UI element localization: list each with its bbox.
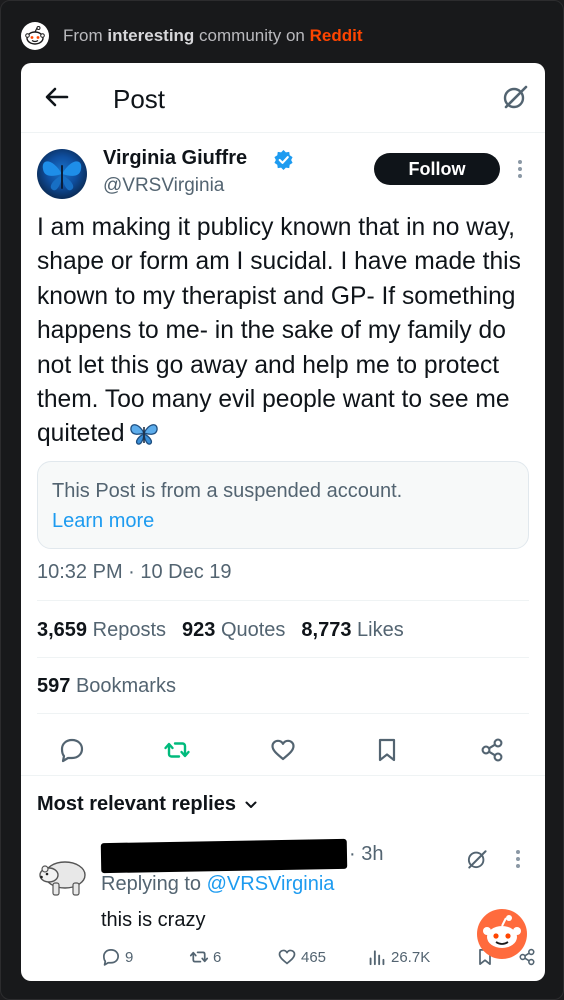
reply-icon[interactable]	[58, 736, 86, 764]
replying-prefix: Replying to	[101, 873, 202, 895]
chevron-down-icon	[245, 801, 257, 808]
reply-icon	[103, 949, 119, 966]
bookmarks-stat[interactable]: 597 Bookmarks	[37, 675, 176, 698]
like-icon[interactable]	[269, 736, 297, 764]
reply-count: 9	[125, 948, 134, 966]
reply-time-value: 3h	[361, 843, 384, 865]
post-action-bar	[21, 727, 545, 773]
reply-reply-button[interactable]: 9	[101, 947, 133, 967]
likes-count: 8,773	[301, 619, 352, 641]
likes-stat[interactable]: 8,773 Likes	[301, 619, 403, 642]
divider	[37, 600, 529, 601]
grok-icon[interactable]	[501, 83, 529, 111]
source-middle: community on	[199, 26, 305, 45]
source-bar: From interesting community on Reddit	[21, 21, 363, 51]
reddit-snoo-icon	[477, 909, 527, 959]
reply-avatar[interactable]	[35, 849, 91, 905]
author-avatar[interactable]	[37, 149, 87, 199]
reply-repost-button[interactable]: 6	[189, 947, 221, 967]
butterfly-icon	[129, 424, 158, 446]
reply-like-button[interactable]: 465	[277, 947, 326, 967]
engagement-stats: 3,659 Reposts 923 Quotes 8,773 Likes	[37, 619, 404, 642]
replying-handle-link[interactable]: @VRSVirginia	[207, 873, 335, 895]
repost-count: 6	[213, 948, 222, 966]
reposts-count: 3,659	[37, 619, 88, 641]
reddit-snoo-icon	[21, 22, 49, 50]
page-title: Post	[113, 84, 166, 114]
author-handle[interactable]: @VRSVirginia	[103, 175, 224, 197]
community-link[interactable]: interesting	[107, 26, 194, 45]
bookmarks-count: 597	[37, 675, 71, 697]
post-timestamp[interactable]: 10:32 PM · 10 Dec 19	[37, 561, 232, 584]
repost-icon	[189, 951, 209, 963]
views-count: 26.7K	[391, 948, 431, 966]
replies-header-label: Most relevant replies	[37, 793, 236, 815]
share-icon[interactable]	[478, 736, 506, 764]
divider	[21, 775, 545, 776]
reddit-brand-link[interactable]: Reddit	[310, 26, 363, 45]
views-icon	[369, 950, 385, 966]
post-body-text: I am making it publicy known that in no …	[37, 214, 521, 448]
divider	[37, 713, 529, 714]
quotes-label: Quotes	[220, 619, 286, 641]
post-card: Post Virginia Giuffre @VRSVirginia Follo…	[21, 63, 545, 981]
suspended-notice: This Post is from a suspended account. L…	[37, 461, 529, 549]
quotes-stat[interactable]: 923 Quotes	[182, 619, 285, 642]
author-name[interactable]: Virginia Giuffre	[103, 147, 247, 170]
quotes-count: 923	[182, 619, 216, 641]
like-icon	[278, 949, 296, 965]
suspended-text: This Post is from a suspended account.	[52, 480, 403, 502]
polar-bear-avatar-icon	[39, 861, 86, 896]
reply-views-button[interactable]: 26.7K	[367, 947, 430, 967]
replying-to: Replying to @VRSVirginia	[101, 873, 334, 896]
post-header: Post	[21, 63, 545, 133]
divider	[37, 657, 529, 658]
reposts-label: Reposts	[92, 619, 166, 641]
repost-icon[interactable]	[163, 736, 191, 764]
back-arrow-icon[interactable]	[43, 83, 71, 111]
reply-text: this is crazy	[101, 909, 206, 931]
follow-button[interactable]: Follow	[374, 153, 500, 185]
screenshot-frame: From interesting community on Reddit Pos…	[0, 0, 564, 1000]
source-text: From interesting community on Reddit	[63, 26, 363, 46]
more-options-icon[interactable]	[515, 849, 521, 869]
bookmarks-label: Bookmarks	[75, 675, 176, 697]
grok-icon[interactable]	[465, 847, 489, 871]
reply-time: · 3h	[349, 843, 384, 865]
bookmark-icon[interactable]	[373, 736, 401, 764]
likes-label: Likes	[357, 619, 404, 641]
verified-badge-icon	[274, 149, 293, 170]
replies-sort-dropdown[interactable]: Most relevant replies	[37, 793, 258, 816]
redacted-username	[100, 838, 348, 874]
reposts-stat[interactable]: 3,659 Reposts	[37, 619, 166, 642]
avatar-butterfly-icon	[42, 161, 82, 191]
post-text: I am making it publicy known that in no …	[37, 211, 533, 452]
more-options-icon[interactable]	[517, 159, 523, 179]
source-prefix: From	[63, 26, 103, 45]
learn-more-link[interactable]: Learn more	[52, 510, 154, 533]
like-count: 465	[301, 948, 327, 966]
